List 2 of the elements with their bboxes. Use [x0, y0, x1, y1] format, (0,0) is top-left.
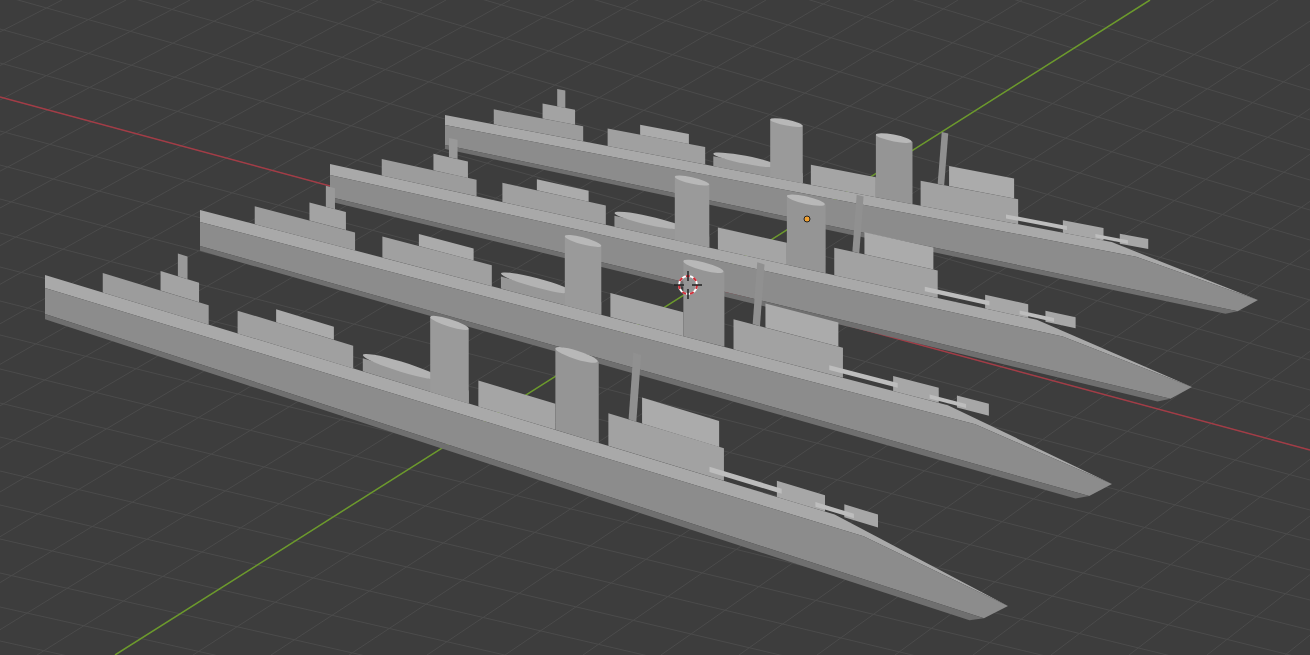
3d-cursor-icon[interactable] — [673, 270, 703, 300]
origin-point-icon — [803, 215, 811, 223]
